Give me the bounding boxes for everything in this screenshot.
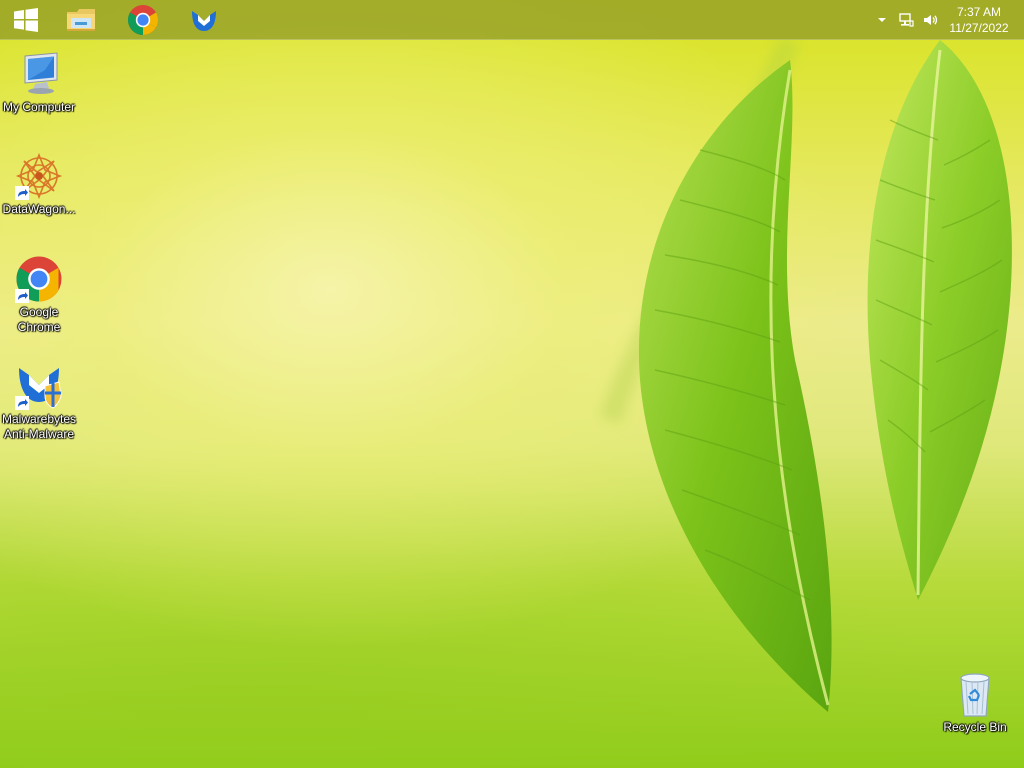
clock-date: 11/27/2022 <box>949 21 1009 35</box>
desktop-icon-label: Recycle Bin <box>943 720 1007 734</box>
desktop-icon-label: Google Chrome <box>17 305 61 334</box>
desktop-icon-label: DataWagon... <box>2 202 76 216</box>
recycle-bin-icon <box>960 673 990 717</box>
desktop-icon-label: My Computer <box>2 100 76 114</box>
taskbar-malwarebytes-button[interactable] <box>178 0 230 40</box>
chrome-icon <box>127 5 159 36</box>
computer-icon <box>24 52 58 94</box>
taskbar-file-explorer-button[interactable] <box>55 0 107 40</box>
desktop-icon-datawagon[interactable]: DataWagon... <box>1 152 77 217</box>
taskbar: 7:37 AM 11/27/2022 <box>0 0 1024 40</box>
desktop-icon-label: Malwarebytes Anti-Malware <box>1 412 77 441</box>
volume-button[interactable] <box>921 10 939 30</box>
taskbar-clock[interactable]: 7:37 AM 11/27/2022 <box>944 4 1014 36</box>
desktop-icon-malwarebytes[interactable]: Malwarebytes Anti-Malware <box>1 362 77 442</box>
file-explorer-icon <box>67 9 95 31</box>
wallpaper-leaves <box>599 35 1012 712</box>
desktop-icon-my-computer[interactable]: My Computer <box>1 50 77 115</box>
windows-logo-icon <box>14 8 38 32</box>
desktop-icon-google-chrome[interactable]: Google Chrome <box>1 255 77 335</box>
chevron-up-icon <box>878 18 886 22</box>
shortcut-arrow-icon <box>15 396 29 410</box>
shortcut-arrow-icon <box>15 186 29 200</box>
start-button[interactable] <box>0 0 52 40</box>
clock-time: 7:37 AM <box>956 5 1002 19</box>
shortcut-arrow-icon <box>15 289 29 303</box>
malwarebytes-icon <box>192 11 216 31</box>
network-icon <box>899 13 914 27</box>
desktop-icon-recycle-bin[interactable]: Recycle Bin <box>937 670 1013 735</box>
desktop[interactable]: 7:37 AM 11/27/2022 My Computer DataWagon… <box>0 0 1024 768</box>
taskbar-chrome-button[interactable] <box>117 0 169 40</box>
volume-icon <box>924 15 938 25</box>
show-hidden-icons-button[interactable] <box>873 10 891 30</box>
network-status-button[interactable] <box>897 10 915 30</box>
